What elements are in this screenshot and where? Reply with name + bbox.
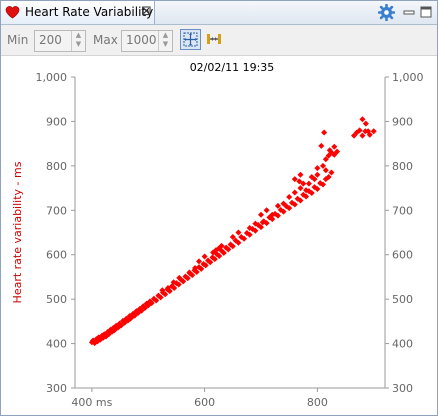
max-spinner[interactable]: 1000 ▲ ▼ [121, 30, 173, 52]
data-point [318, 142, 325, 149]
toolbar: Min 200 ▲ ▼ Max 1000 ▲ ▼ [1, 25, 437, 56]
data-point [263, 207, 270, 214]
y-tick-label-right: 600 [392, 249, 413, 262]
maximize-icon[interactable] [420, 6, 432, 18]
data-point [297, 185, 304, 192]
y-tick-label-left: 500 [46, 293, 67, 306]
hrv-scatter-chart: 02/02/11 19:35 Heart rate variability - … [11, 61, 424, 409]
close-icon[interactable]: ⊠ [141, 4, 152, 19]
tab-heart-rate-variability[interactable]: Heart Rate Variability ⊠ [1, 1, 155, 24]
range-icon[interactable] [206, 31, 222, 47]
data-point [328, 169, 335, 176]
heart-icon [5, 6, 20, 19]
x-tick-label: 400 ms [71, 396, 112, 409]
minimize-icon[interactable] [403, 6, 415, 18]
max-up-icon[interactable]: ▲ [159, 31, 172, 40]
data-point [359, 116, 366, 123]
data-point [322, 167, 329, 174]
data-point [362, 120, 369, 127]
data-point [201, 253, 208, 260]
data-point [359, 132, 366, 139]
y-tick-label-left: 800 [46, 160, 67, 173]
data-point [258, 211, 264, 218]
title-bar: Heart Rate Variability ⊠ [1, 1, 437, 25]
y-tick-label-right: 800 [392, 160, 413, 173]
y-tick-label-left: 1,000 [36, 71, 68, 84]
data-point [297, 171, 304, 178]
y-tick-label-left: 400 [46, 338, 67, 351]
data-point [314, 165, 321, 172]
y-tick-label-right: 700 [392, 204, 413, 217]
fit-to-screen-icon [183, 32, 198, 47]
y-tick-label-right: 900 [392, 115, 413, 128]
y-tick-label-right: 300 [392, 382, 413, 395]
data-point [291, 189, 298, 196]
data-point [314, 171, 321, 178]
data-point [370, 128, 377, 135]
min-spinner[interactable]: 200 ▲ ▼ [34, 30, 86, 52]
min-down-icon[interactable]: ▼ [72, 40, 85, 49]
min-label: Min [7, 33, 29, 47]
chart-title: 02/02/11 19:35 [190, 61, 275, 74]
y-tick-label-left: 600 [46, 249, 67, 262]
min-value[interactable]: 200 [39, 33, 62, 47]
y-axis-label: Heart rate variability - ms [11, 161, 24, 303]
y-tick-label-left: 300 [46, 382, 67, 395]
y-tick-label-right: 400 [392, 338, 413, 351]
max-value[interactable]: 1000 [126, 33, 157, 47]
max-down-icon[interactable]: ▼ [159, 40, 172, 49]
data-point [235, 229, 242, 236]
x-tick-label: 800 [307, 396, 328, 409]
fit-to-screen-button[interactable] [180, 29, 201, 50]
data-point [331, 143, 338, 150]
y-tick-label-left: 900 [46, 115, 67, 128]
x-tick-label: 600 [194, 396, 215, 409]
data-point [305, 180, 312, 187]
min-up-icon[interactable]: ▲ [72, 31, 85, 40]
y-tick-label-right: 1,000 [392, 71, 424, 84]
data-point [286, 193, 293, 200]
y-tick-label-right: 500 [392, 293, 413, 306]
data-point [320, 162, 326, 169]
data-point [321, 129, 328, 136]
tab-title: Heart Rate Variability [25, 5, 154, 19]
max-label: Max [93, 33, 118, 47]
gear-icon[interactable] [378, 4, 395, 21]
y-tick-label-left: 700 [46, 204, 67, 217]
